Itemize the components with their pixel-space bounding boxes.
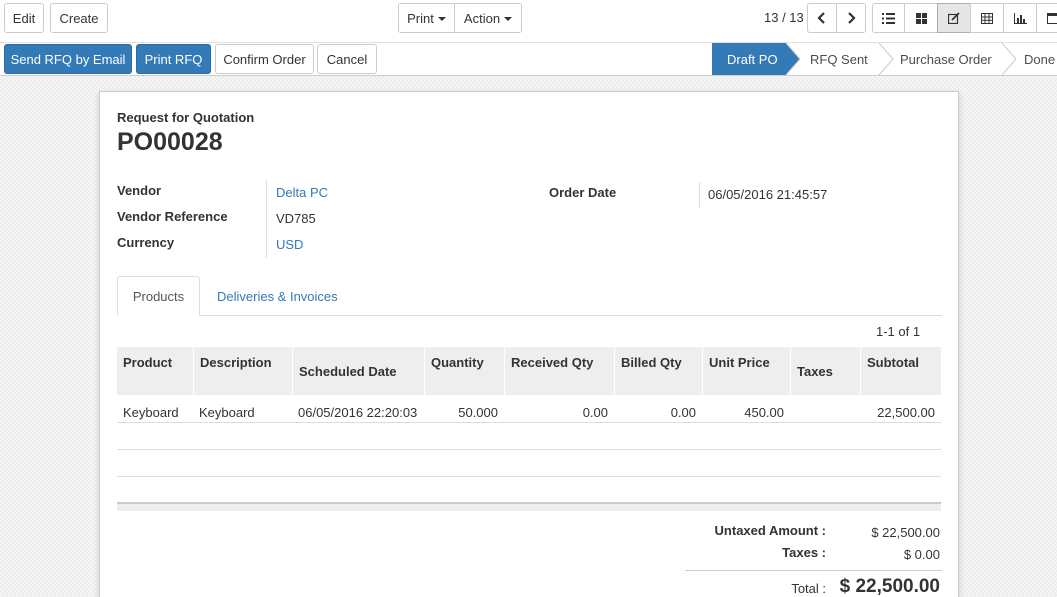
- calendar-view-button[interactable]: [1036, 3, 1057, 33]
- calendar-icon: [1047, 13, 1057, 24]
- pivot-view-button[interactable]: [970, 3, 1004, 33]
- field-separator: [266, 180, 267, 258]
- graph-icon: [1013, 12, 1027, 24]
- cell-subtotal: 22,500.00: [877, 405, 935, 420]
- untaxed-amount-label: Untaxed Amount :: [714, 523, 826, 538]
- column-divider: [292, 347, 293, 395]
- cell-description: Keyboard: [199, 405, 255, 420]
- action-label: Action: [463, 10, 501, 26]
- column-received-qty[interactable]: Received Qty: [511, 355, 593, 370]
- record-pager-value[interactable]: 13 / 13: [764, 10, 804, 25]
- cancel-button[interactable]: Cancel: [317, 44, 377, 74]
- vendor-label: Vendor: [117, 183, 162, 198]
- column-divider: [860, 347, 861, 395]
- caret-down-icon: [504, 17, 513, 21]
- control-panel-top: Edit Create Print Action 13 / 13: [0, 0, 1057, 43]
- total-value: $ 22,500.00: [839, 576, 940, 597]
- stage-draft-po[interactable]: Draft PO: [727, 43, 778, 75]
- form-view-button[interactable]: [937, 3, 971, 33]
- column-description[interactable]: Description: [200, 355, 272, 370]
- document-type-label: Request for Quotation: [117, 110, 255, 125]
- pivot-icon: [981, 12, 993, 24]
- currency-label: Currency: [117, 235, 175, 250]
- statusbar: Draft PO RFQ Sent Purchase Order Done: [712, 43, 1057, 75]
- column-divider: [504, 347, 505, 395]
- column-billed-qty[interactable]: Billed Qty: [621, 355, 682, 370]
- form-icon: [948, 12, 960, 24]
- currency-field[interactable]: USD: [276, 237, 303, 252]
- print-dropdown[interactable]: Print: [398, 3, 455, 33]
- empty-table-row: [117, 423, 941, 450]
- column-divider: [790, 347, 791, 395]
- order-lines-footer: [117, 502, 941, 511]
- form-sheet: Request for Quotation PO00028 Vendor Ven…: [99, 91, 959, 597]
- tab-deliveries-invoices[interactable]: Deliveries & Invoices: [217, 276, 338, 316]
- chevron-left-icon: [817, 12, 825, 24]
- chevron-right-icon: [848, 12, 856, 24]
- kanban-icon: [915, 12, 927, 24]
- column-divider: [193, 347, 194, 395]
- column-quantity[interactable]: Quantity: [431, 355, 484, 370]
- column-scheduled-date[interactable]: Scheduled Date: [299, 364, 397, 379]
- action-dropdown[interactable]: Action: [454, 3, 522, 33]
- cell-quantity: 50.000: [458, 405, 498, 420]
- edit-button[interactable]: Edit: [4, 3, 44, 33]
- lines-pager: 1-1 of 1: [876, 324, 921, 339]
- column-divider: [614, 347, 615, 395]
- total-label: Total :: [791, 581, 826, 596]
- column-unit-price[interactable]: Unit Price: [709, 355, 770, 370]
- order-date-label: Order Date: [549, 185, 617, 200]
- cell-scheduled-date: 06/05/2016 22:20:03: [298, 405, 418, 420]
- vendor-reference-label: Vendor Reference: [117, 209, 228, 224]
- column-taxes[interactable]: Taxes: [797, 364, 833, 379]
- send-rfq-email-button[interactable]: Send RFQ by Email: [4, 44, 132, 74]
- cell-billed-qty: 0.00: [670, 405, 696, 420]
- field-separator: [699, 182, 700, 208]
- column-divider: [702, 347, 703, 395]
- list-icon: [882, 12, 895, 24]
- kanban-view-button[interactable]: [904, 3, 938, 33]
- confirm-order-button[interactable]: Confirm Order: [215, 44, 314, 74]
- order-date-field[interactable]: 06/05/2016 21:45:57: [708, 187, 827, 202]
- pager-next-button[interactable]: [836, 3, 866, 33]
- create-button[interactable]: Create: [50, 3, 108, 33]
- taxes-value: $ 0.00: [903, 547, 940, 562]
- column-subtotal[interactable]: Subtotal: [867, 355, 919, 370]
- cell-unit-price: 450.00: [744, 405, 784, 420]
- list-view-button[interactable]: [872, 3, 905, 33]
- table-row[interactable]: Keyboard Keyboard 06/05/2016 22:20:03 50…: [117, 395, 941, 423]
- graph-view-button[interactable]: [1003, 3, 1037, 33]
- order-lines-header: Product Description Scheduled Date Quant…: [117, 347, 941, 395]
- stage-rfq-sent[interactable]: RFQ Sent: [810, 43, 868, 75]
- pager-previous-button[interactable]: [807, 3, 837, 33]
- caret-down-icon: [437, 17, 446, 21]
- column-product[interactable]: Product: [123, 355, 172, 370]
- vendor-reference-field[interactable]: VD785: [276, 211, 316, 226]
- vendor-field[interactable]: Delta PC: [276, 185, 328, 200]
- cell-product: Keyboard: [123, 405, 179, 420]
- taxes-label: Taxes :: [782, 545, 826, 560]
- stage-done[interactable]: Done: [1024, 43, 1055, 75]
- empty-table-row: [117, 450, 941, 477]
- document-name: PO00028: [117, 128, 223, 156]
- column-divider: [424, 347, 425, 395]
- untaxed-amount-value: $ 22,500.00: [871, 525, 940, 540]
- cell-received-qty: 0.00: [582, 405, 608, 420]
- print-rfq-button[interactable]: Print RFQ: [136, 44, 211, 74]
- tab-products[interactable]: Products: [117, 276, 200, 316]
- print-label: Print: [407, 10, 434, 26]
- totals-divider: [685, 570, 942, 571]
- stage-purchase-order[interactable]: Purchase Order: [900, 43, 992, 75]
